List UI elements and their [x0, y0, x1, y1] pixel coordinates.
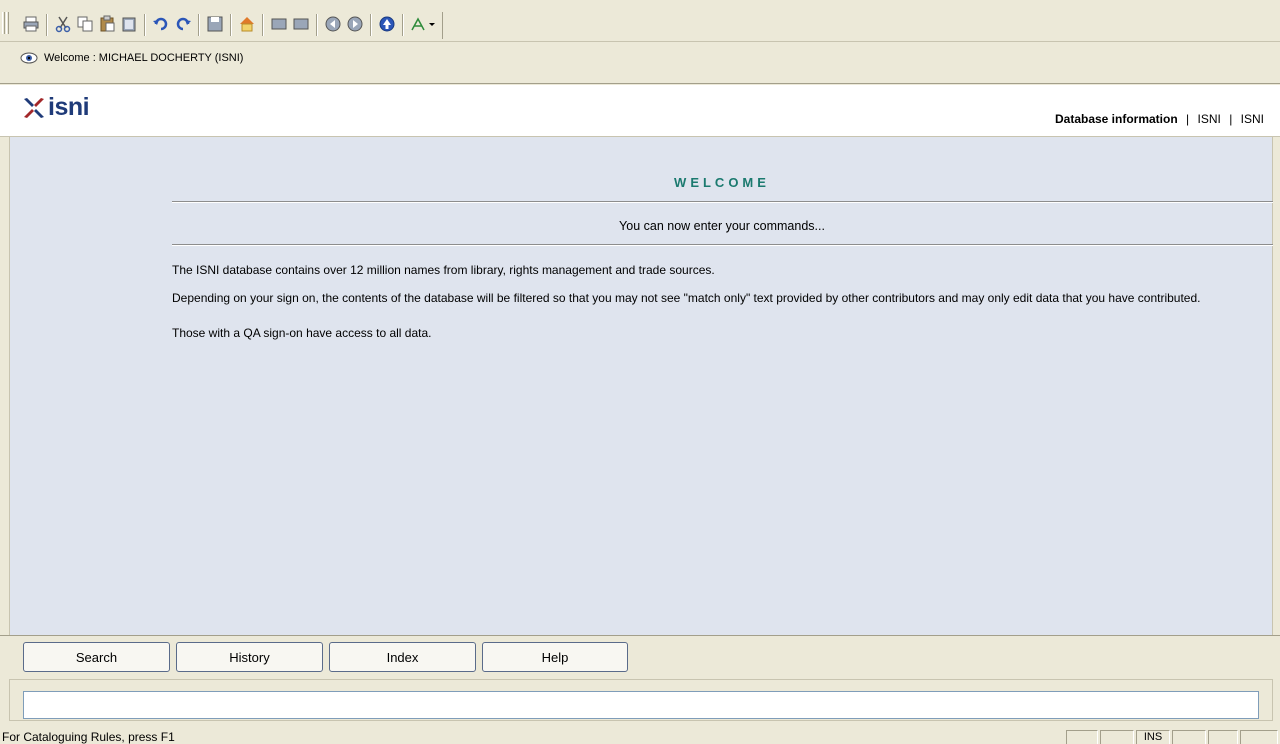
status-panel — [1100, 730, 1134, 744]
divider — [172, 201, 1273, 203]
welcome-text: Welcome : MICHAEL DOCHERTY (ISNI) — [44, 52, 244, 64]
isni-logo-icon — [24, 97, 44, 118]
paste-icon[interactable] — [98, 15, 116, 33]
header: isni Database information | ISNI | ISNI — [0, 85, 1280, 137]
help-button[interactable]: Help — [482, 642, 628, 672]
list-icon[interactable] — [270, 15, 288, 33]
status-panel — [1208, 730, 1238, 744]
toolbar-grip[interactable] — [6, 12, 9, 34]
main-content: WELCOME You can now enter your commands.… — [9, 137, 1273, 635]
status-panel — [1172, 730, 1206, 744]
logo-text: isni — [48, 93, 90, 121]
page-title: WELCOME — [674, 175, 770, 190]
toolbar-separator — [230, 14, 232, 36]
toolbar-separator — [262, 14, 264, 36]
toolbar-grip[interactable] — [2, 12, 5, 34]
chevron-down-icon[interactable] — [428, 15, 436, 33]
toolbar-separator — [316, 14, 318, 36]
record-icon[interactable] — [292, 15, 310, 33]
undo-icon[interactable] — [152, 15, 170, 33]
status-text: For Cataloguing Rules, press F1 — [2, 730, 175, 744]
isni-link[interactable]: ISNI — [1198, 112, 1221, 126]
toolbar-separator — [402, 14, 404, 36]
header-links: Database information | ISNI | ISNI — [1055, 112, 1264, 126]
command-area — [9, 679, 1273, 721]
ins-indicator: INS — [1136, 730, 1170, 744]
button-bar: Search History Index Help — [0, 635, 1280, 677]
back-icon[interactable] — [324, 15, 342, 33]
home-icon[interactable] — [238, 15, 256, 33]
database-information-link[interactable]: Database information — [1055, 112, 1178, 126]
print-icon[interactable] — [22, 15, 40, 33]
command-input[interactable] — [23, 691, 1259, 719]
toolbar — [0, 6, 1280, 42]
info-paragraph: Those with a QA sign-on have access to a… — [172, 326, 432, 340]
history-button[interactable]: History — [176, 642, 323, 672]
welcome-subtitle: You can now enter your commands... — [619, 219, 825, 233]
welcome-bar: Welcome : MICHAEL DOCHERTY (ISNI) — [0, 42, 1280, 84]
toolbar-separator — [46, 14, 48, 36]
link-separator: | — [1186, 112, 1190, 126]
isni-logo: isni — [22, 93, 90, 122]
isni-link-2[interactable]: ISNI — [1241, 112, 1264, 126]
status-panel — [1240, 730, 1278, 744]
info-paragraph: The ISNI database contains over 12 milli… — [172, 263, 715, 277]
cut-icon[interactable] — [54, 15, 72, 33]
save-icon[interactable] — [206, 15, 224, 33]
up-icon[interactable] — [378, 15, 396, 33]
status-panel — [1066, 730, 1098, 744]
index-button[interactable]: Index — [329, 642, 476, 672]
toolbar-separator — [144, 14, 146, 36]
link-separator: | — [1229, 112, 1233, 126]
copy-icon[interactable] — [76, 15, 94, 33]
forward-icon[interactable] — [346, 15, 364, 33]
toolbar-end — [442, 12, 443, 39]
eye-icon — [20, 51, 38, 65]
redo-icon[interactable] — [174, 15, 192, 33]
clipboard-icon[interactable] — [120, 15, 138, 33]
toolbar-separator — [370, 14, 372, 36]
info-paragraph: Depending on your sign on, the contents … — [172, 291, 1201, 305]
tool-icon[interactable] — [410, 15, 428, 33]
status-bar: For Cataloguing Rules, press F1 INS — [0, 728, 1280, 744]
search-button[interactable]: Search — [23, 642, 170, 672]
toolbar-separator — [198, 14, 200, 36]
divider — [172, 244, 1273, 246]
